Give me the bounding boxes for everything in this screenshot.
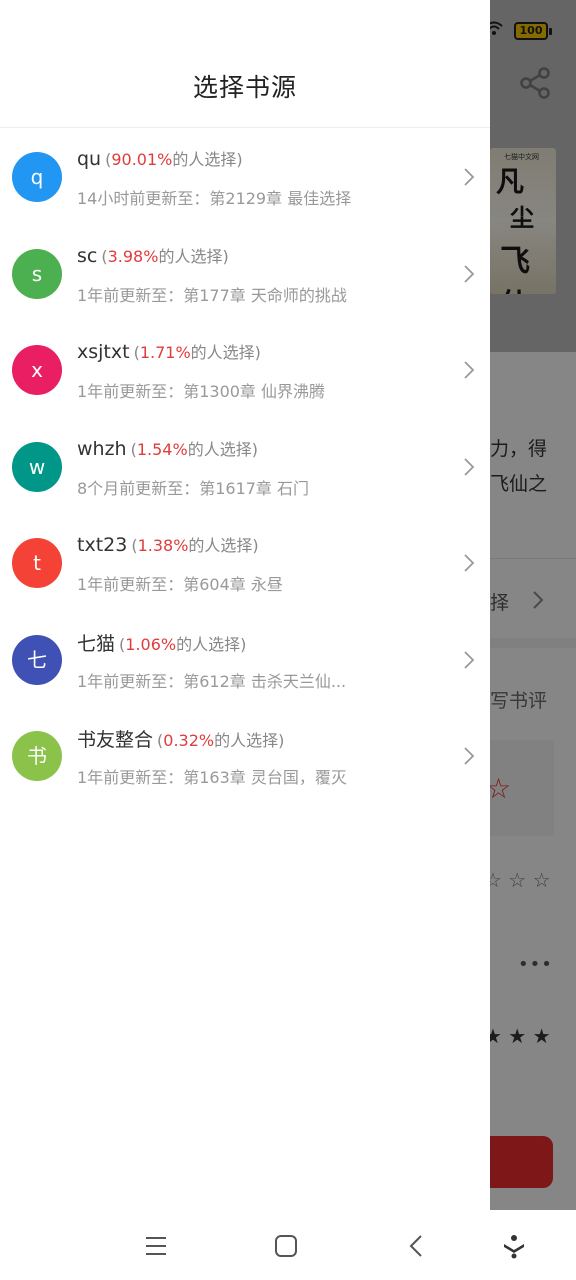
- source-item[interactable]: w whzh (1.54%的人选择) 8个月前更新至：第1617章 石门: [0, 419, 490, 516]
- chevron-right-icon: [464, 168, 475, 186]
- source-name-line: xsjtxt (1.71%的人选择): [77, 339, 261, 363]
- source-update-line: 1年前更新至：第604章 永昼: [77, 571, 377, 595]
- source-percent: 90.01%: [111, 150, 173, 169]
- chevron-right-icon: [464, 457, 475, 476]
- source-percent-wrap: (3.98%的人选择): [101, 246, 229, 266]
- accessibility-icon[interactable]: [500, 1232, 528, 1260]
- source-avatar: w: [12, 441, 62, 492]
- updated-time: 8个月: [77, 478, 120, 498]
- source-percent: 1.38%: [137, 536, 189, 555]
- update-suffix: 前更新至：: [119, 478, 200, 498]
- source-item[interactable]: t txt23 (1.38%的人选择) 1年前更新至：第604章 永昼: [0, 515, 490, 612]
- source-item[interactable]: 书书友整合 (0.32%的人选择) 1年前更新至：第163章 灵台国，覆灭: [0, 708, 490, 805]
- update-suffix: 前更新至：: [103, 575, 184, 594]
- percent-suffix: 的人选择: [172, 150, 237, 169]
- source-name-line: sc (3.98%的人选择): [77, 243, 229, 267]
- source-name: 书友整合: [77, 729, 154, 751]
- latest-chapter: 第177章 天命师的挑战: [183, 285, 347, 305]
- source-update-line: 8个月前更新至：第1617章 石门: [77, 475, 377, 499]
- update-suffix: 前更新至：: [103, 285, 184, 305]
- source-percent: 3.98%: [107, 246, 159, 266]
- source-avatar: s: [12, 248, 62, 299]
- source-avatar: q: [12, 152, 62, 202]
- chevron-right-icon: [464, 361, 475, 379]
- source-item[interactable]: x xsjtxt (1.71%的人选择) 1年前更新至：第1300章 仙界沸腾: [0, 322, 490, 419]
- source-avatar: 七: [12, 634, 62, 685]
- source-percent: 1.06%: [125, 634, 177, 654]
- latest-chapter: 第1300章 仙界沸腾: [183, 382, 326, 401]
- source-name: qu: [77, 148, 102, 170]
- latest-chapter: 第163章 灵台国，覆灭: [183, 768, 347, 787]
- updated-time: 1年: [77, 285, 104, 305]
- source-name-line: 书友整合 (0.32%的人选择): [77, 725, 284, 752]
- chevron-right-icon: [464, 264, 475, 283]
- source-percent-wrap: (90.01%的人选择): [105, 150, 243, 169]
- source-list: q qu (90.01%的人选择) 14小时前更新至：第2129章 最佳选择 s sc (3…: [0, 129, 490, 805]
- source-update-line: 1年前更新至：第163章 灵台国，覆灭: [77, 764, 377, 788]
- latest-chapter: 第2129章 最佳选择: [209, 189, 352, 208]
- percent-suffix: 的人选择: [176, 634, 241, 654]
- back-icon[interactable]: [403, 1232, 431, 1260]
- update-suffix: 前更新至：: [103, 382, 184, 401]
- source-name-line: qu (90.01%的人选择): [77, 146, 243, 170]
- source-item[interactable]: 七七猫 (1.06%的人选择) 1年前更新至：第612章 击杀天兰仙...: [0, 612, 490, 709]
- percent-suffix: 的人选择: [158, 246, 223, 266]
- menu-icon[interactable]: [142, 1232, 170, 1260]
- source-update-line: 1年前更新至：第1300章 仙界沸腾: [77, 378, 377, 402]
- updated-time: 1年: [77, 575, 104, 594]
- latest-chapter: 第612章 击杀天兰仙...: [183, 671, 347, 691]
- update-suffix: 前更新至：: [129, 189, 210, 208]
- source-percent: 1.71%: [139, 343, 191, 362]
- source-name: xsjtxt: [77, 341, 130, 363]
- update-suffix: 前更新至：: [103, 768, 184, 787]
- source-percent-wrap: (1.38%的人选择): [131, 536, 259, 555]
- source-name-line: whzh (1.54%的人选择): [77, 436, 258, 460]
- updated-time: 1年: [77, 768, 104, 787]
- latest-chapter: 第604章 永昼: [183, 575, 283, 594]
- source-item[interactable]: s sc (3.98%的人选择) 1年前更新至：第177章 天命师的挑战: [0, 226, 490, 323]
- updated-time: 14小时: [77, 189, 130, 208]
- source-update-line: 1年前更新至：第612章 击杀天兰仙...: [77, 668, 377, 692]
- source-name: sc: [77, 244, 98, 267]
- update-suffix: 前更新至：: [103, 671, 184, 691]
- home-icon[interactable]: [272, 1232, 300, 1260]
- updated-time: 1年: [77, 671, 104, 691]
- percent-suffix: 的人选择: [188, 536, 253, 555]
- source-avatar: t: [12, 538, 62, 588]
- source-avatar: 书: [12, 731, 62, 781]
- divider: [0, 127, 490, 128]
- source-name-line: txt23 (1.38%的人选择): [77, 532, 259, 556]
- percent-suffix: 的人选择: [187, 439, 252, 459]
- chevron-right-icon: [464, 747, 475, 765]
- source-avatar: x: [12, 345, 62, 395]
- drawer-title: 选择书源: [192, 73, 297, 102]
- chevron-right-icon: [464, 650, 475, 669]
- source-percent: 1.54%: [136, 439, 188, 459]
- source-update-line: 1年前更新至：第177章 天命师的挑战: [77, 282, 377, 306]
- percent-suffix: 的人选择: [190, 343, 255, 362]
- source-item[interactable]: q qu (90.01%的人选择) 14小时前更新至：第2129章 最佳选择: [0, 129, 490, 226]
- source-percent-wrap: (1.06%的人选择): [119, 634, 247, 654]
- latest-chapter: 第1617章 石门: [199, 478, 310, 498]
- system-nav-bar: [0, 1210, 576, 1280]
- updated-time: 1年: [77, 382, 104, 401]
- source-update-line: 14小时前更新至：第2129章 最佳选择: [77, 185, 377, 209]
- source-name-line: 七猫 (1.06%的人选择): [77, 629, 246, 656]
- source-name: txt23: [77, 534, 128, 556]
- source-percent-wrap: (0.32%的人选择): [157, 731, 285, 750]
- source-percent-wrap: (1.54%的人选择): [130, 439, 258, 459]
- chevron-right-icon: [464, 554, 475, 572]
- source-percent-wrap: (1.71%的人选择): [133, 343, 261, 362]
- percent-suffix: 的人选择: [214, 731, 279, 750]
- source-drawer: 选择书源 q qu (90.01%的人选择) 14小时前更新至：第2129章 最佳选择…: [0, 0, 490, 1210]
- source-name: 七猫: [77, 632, 116, 655]
- source-percent: 0.32%: [163, 731, 215, 750]
- source-name: whzh: [77, 437, 127, 460]
